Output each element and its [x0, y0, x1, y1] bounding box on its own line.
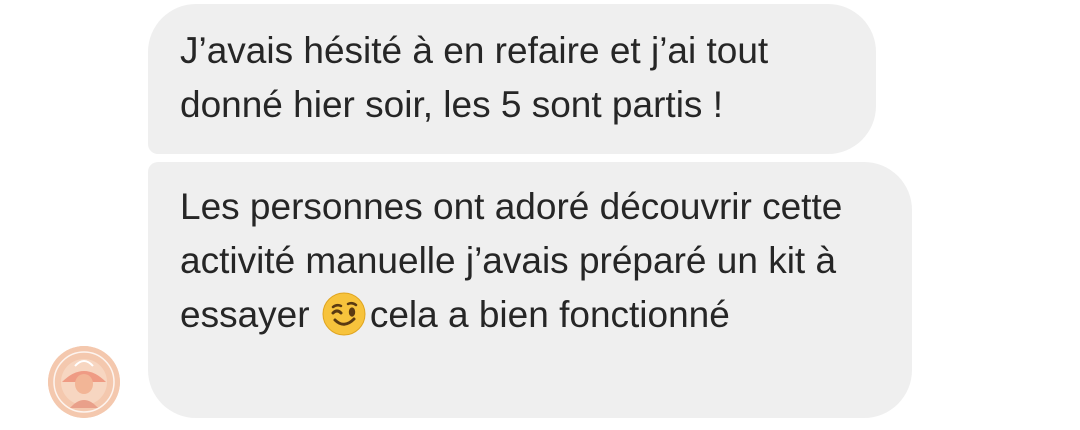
message-text: J’avais hésité à en refaire et j’ai tout… [180, 30, 769, 125]
message-bubble[interactable]: J’avais hésité à en refaire et j’ai tout… [148, 4, 876, 154]
winking-face-icon [322, 292, 366, 336]
avatar[interactable] [48, 346, 120, 418]
message-bubble[interactable]: Les personnes ont adoré découvrir cette … [148, 162, 912, 418]
message-text: cela a bien fonctionné [369, 294, 730, 335]
